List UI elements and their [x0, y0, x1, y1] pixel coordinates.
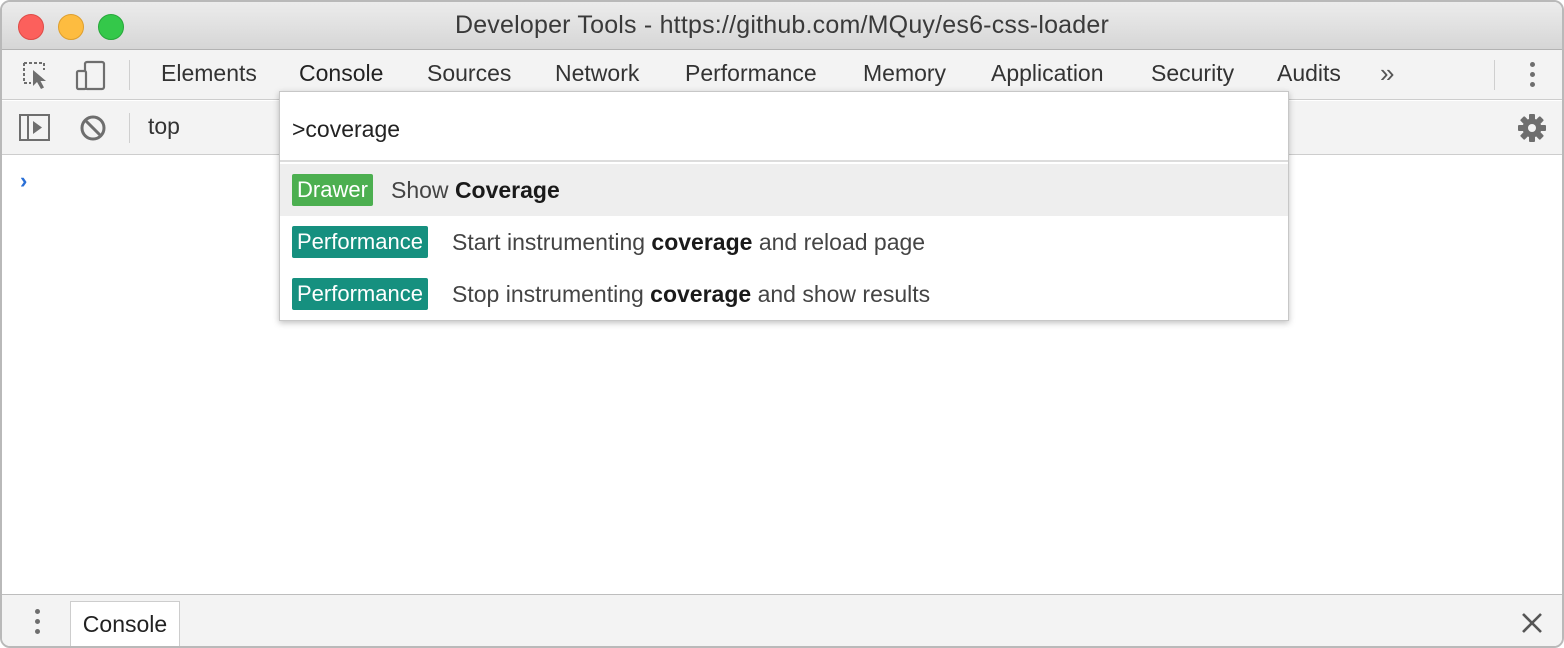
window-title: Developer Tools - https://github.com/MQu…	[454, 11, 1110, 39]
more-tabs-button[interactable]: »	[1380, 58, 1394, 89]
tab-security[interactable]: Security	[1151, 60, 1234, 87]
show-sidebar-icon[interactable]	[18, 111, 52, 145]
kebab-menu-icon[interactable]	[1522, 62, 1542, 92]
command-menu-input[interactable]: >coverage	[280, 92, 1288, 162]
command-item[interactable]: Drawer Show Coverage	[280, 164, 1288, 216]
command-label: Start instrumenting coverage and reload …	[452, 229, 926, 255]
tab-audits[interactable]: Audits	[1277, 60, 1341, 87]
command-category-badge: Performance	[292, 226, 428, 258]
command-item[interactable]: Performance Stop instrumenting coverage …	[280, 268, 1288, 320]
tab-sources[interactable]: Sources	[427, 60, 511, 87]
settings-gear-icon[interactable]	[1515, 111, 1549, 145]
drawer: Console	[2, 594, 1562, 646]
drawer-menu-icon[interactable]	[30, 609, 44, 639]
inspect-element-icon[interactable]	[20, 58, 54, 92]
toolbar-divider	[129, 113, 130, 143]
close-icon[interactable]	[1518, 609, 1546, 637]
command-category-badge: Performance	[292, 278, 428, 310]
tab-memory[interactable]: Memory	[863, 60, 946, 87]
tab-console[interactable]: Console	[299, 60, 383, 87]
clear-console-icon[interactable]	[76, 111, 110, 145]
tab-application[interactable]: Application	[991, 60, 1104, 87]
device-toolbar-icon[interactable]	[74, 58, 108, 92]
tab-performance[interactable]: Performance	[685, 60, 817, 87]
toolbar-divider	[129, 60, 130, 90]
command-category-badge: Drawer	[292, 174, 373, 206]
toolbar-divider	[1494, 60, 1495, 90]
console-prompt-icon: ›	[20, 168, 28, 193]
title-bar: Developer Tools - https://github.com/MQu…	[2, 2, 1562, 50]
tab-network[interactable]: Network	[555, 60, 639, 87]
tab-elements[interactable]: Elements	[161, 60, 257, 87]
command-label: Stop instrumenting coverage and show res…	[452, 281, 931, 307]
drawer-tab-console[interactable]: Console	[70, 601, 180, 646]
devtools-window: Developer Tools - https://github.com/MQu…	[0, 0, 1564, 648]
command-item[interactable]: Performance Start instrumenting coverage…	[280, 216, 1288, 268]
context-selector[interactable]: top	[148, 113, 180, 140]
command-label: Show Coverage	[391, 177, 560, 203]
command-menu: >coverage Drawer Show Coverage Performan…	[279, 91, 1289, 321]
